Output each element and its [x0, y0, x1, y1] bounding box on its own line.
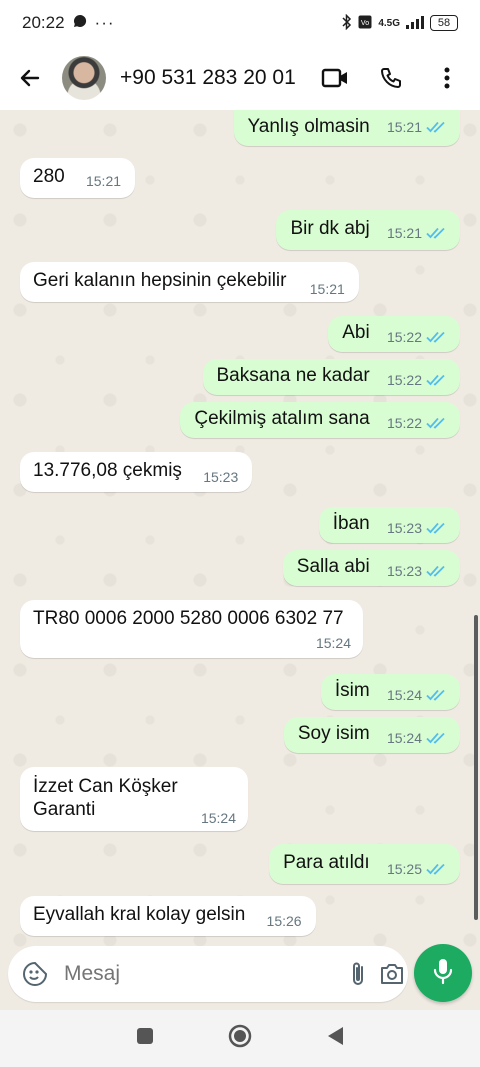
battery-level: 58 [430, 15, 458, 31]
message-time: 15:21 [386, 225, 422, 241]
svg-text:Vo: Vo [361, 20, 369, 27]
read-receipt-icon [426, 689, 446, 701]
phone-icon[interactable] [376, 63, 406, 93]
read-receipt-icon [426, 374, 446, 386]
message-time: 15:24 [200, 810, 236, 826]
chat-notification-icon [73, 13, 87, 33]
message-time: 15:24 [315, 635, 351, 651]
message-time: 15:23 [386, 563, 422, 579]
message-text: Abi [342, 322, 370, 343]
attachment-icon[interactable] [349, 958, 367, 990]
message-time: 15:21 [85, 173, 122, 189]
read-receipt-icon [426, 331, 446, 343]
message-text-line: Garanti [33, 799, 96, 820]
more-notifications-icon: ··· [94, 13, 115, 32]
message-text: Çekilmiş atalım sana [194, 408, 370, 429]
message-text: 13.776,08 çekmiş [33, 460, 182, 481]
system-navigation-bar [0, 1010, 480, 1067]
message-bubble[interactable]: Geri kalanın hepsinin çekebilir 15:21 [20, 262, 359, 302]
message-text: Soy isim [297, 723, 370, 744]
message-bubble[interactable]: 280 15:21 [20, 158, 136, 198]
read-receipt-icon [426, 565, 446, 577]
back-icon[interactable] [325, 1025, 345, 1052]
chat-scrollbar[interactable] [474, 615, 478, 920]
status-time: 20:22 [22, 13, 65, 32]
message-time: 15:23 [386, 520, 422, 536]
microphone-icon [432, 957, 454, 990]
bluetooth-icon [342, 13, 352, 33]
chat-area[interactable]: Yanlış olmasin 15:21 280 15:21 Bir dk ab… [0, 110, 480, 952]
message-bubble[interactable]: Çekilmiş atalım sana 15:22 [180, 402, 460, 438]
message-bubble[interactable]: Bir dk abj 15:21 [276, 210, 460, 250]
message-time: 15:21 [309, 281, 345, 297]
message-bubble[interactable]: Para atıldı 15:25 [269, 844, 460, 884]
message-time: 15:22 [386, 329, 422, 345]
sticker-icon[interactable] [22, 958, 48, 990]
message-text: Para atıldı [283, 852, 370, 873]
message-text-line: İzzet Can Köşker [33, 776, 178, 797]
recents-icon[interactable] [135, 1026, 155, 1051]
message-time: 15:26 [266, 913, 302, 929]
message-text: 280 [33, 166, 65, 187]
signal-icon [406, 15, 424, 32]
message-text: Yanlış olmasin [247, 116, 370, 137]
chat-header: +90 531 283 20 01 [0, 46, 480, 110]
message-bubble[interactable]: İzzet Can Köşker Garanti 15:24 [20, 767, 248, 831]
camera-icon[interactable] [379, 958, 405, 990]
contact-name[interactable]: +90 531 283 20 01 [120, 66, 320, 90]
more-icon[interactable] [432, 63, 462, 93]
message-text: Salla abi [296, 556, 370, 577]
avatar[interactable] [62, 56, 106, 100]
message-text: Baksana ne kadar [216, 365, 370, 386]
message-time: 15:24 [386, 730, 422, 746]
read-receipt-icon [426, 863, 446, 875]
video-call-icon[interactable] [320, 63, 350, 93]
read-receipt-icon [426, 522, 446, 534]
message-bubble[interactable]: Abi 15:22 [328, 316, 460, 352]
message-composer [8, 946, 408, 1002]
message-time: 15:25 [386, 861, 422, 877]
message-bubble[interactable]: 13.776,08 çekmiş 15:23 [20, 452, 253, 492]
message-bubble[interactable]: TR80 0006 2000 5280 0006 6302 77 15:24 [20, 600, 363, 658]
network-type: 4.5G [378, 17, 400, 29]
message-text: Bir dk abj [290, 218, 370, 239]
volte-icon: Vo [358, 15, 372, 32]
message-time: 15:22 [386, 415, 422, 431]
microphone-button[interactable] [414, 944, 472, 1002]
message-bubble[interactable]: Eyvallah kral kolay gelsin 15:26 [20, 896, 316, 936]
home-icon[interactable] [227, 1023, 253, 1054]
message-bubble[interactable]: Soy isim 15:24 [283, 717, 460, 753]
read-receipt-icon [426, 732, 446, 744]
message-bubble[interactable]: Baksana ne kadar 15:22 [202, 359, 460, 395]
read-receipt-icon [426, 417, 446, 429]
message-bubble[interactable]: Yanlış olmasin 15:21 [233, 110, 460, 146]
message-text: İsim [334, 680, 370, 701]
read-receipt-icon [426, 227, 446, 239]
back-arrow-icon[interactable] [12, 60, 48, 96]
message-time: 15:22 [386, 372, 422, 388]
message-time: 15:23 [203, 469, 239, 485]
message-bubble[interactable]: İsim 15:24 [320, 674, 460, 710]
message-time: 15:21 [386, 119, 422, 135]
message-bubble[interactable]: Salla abi 15:23 [282, 550, 460, 586]
message-time: 15:24 [386, 687, 422, 703]
message-input[interactable] [62, 961, 337, 987]
read-receipt-icon [426, 121, 446, 133]
message-text: İban [332, 513, 370, 534]
message-text: Eyvallah kral kolay gelsin [33, 904, 246, 925]
message-bubble[interactable]: İban 15:23 [318, 507, 460, 543]
message-text: Geri kalanın hepsinin çekebilir [33, 270, 287, 291]
status-bar: 20:22 ··· Vo 4.5G 58 [0, 0, 480, 46]
message-text: TR80 0006 2000 5280 0006 6302 77 [33, 608, 344, 629]
